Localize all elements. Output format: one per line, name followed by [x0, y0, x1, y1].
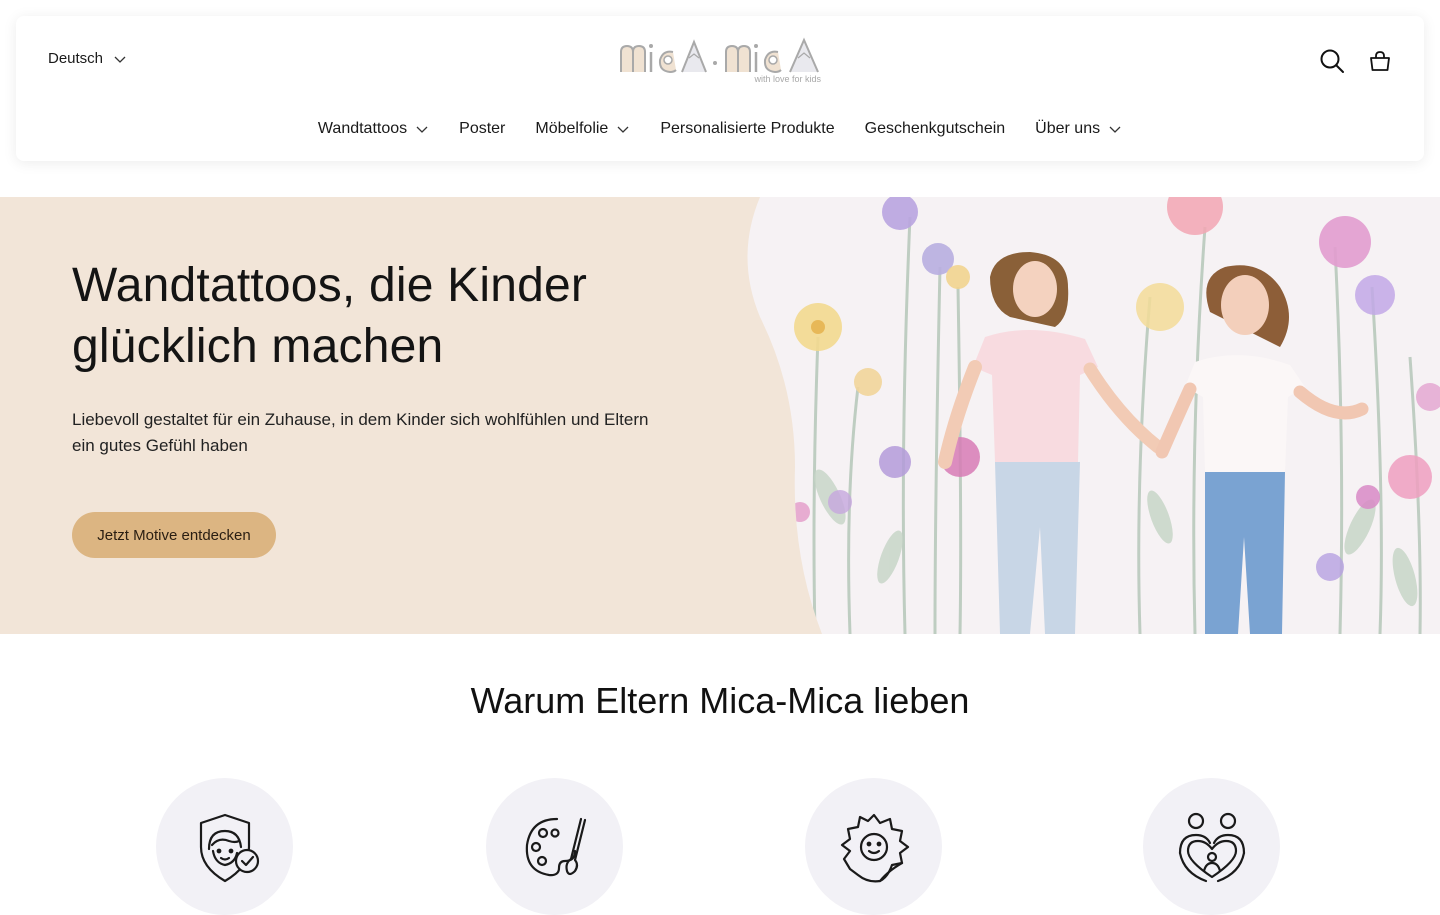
family-heart-icon — [1178, 812, 1245, 882]
search-icon — [1320, 49, 1344, 73]
hero-subtitle: Liebevoll gestaltet für ein Zuhause, in … — [72, 410, 649, 455]
feature-family — [1143, 778, 1280, 915]
nav-item-poster[interactable]: Poster — [459, 120, 505, 138]
nav-item-geschenkgutschein[interactable]: Geschenkgutschein — [865, 120, 1006, 138]
cart-button[interactable] — [1366, 47, 1394, 75]
sun-sticker-icon — [840, 813, 909, 882]
hero-banner: Wandtattoos, die Kinder glücklich machen… — [0, 197, 1440, 634]
feature-quality — [805, 778, 942, 915]
site-logo[interactable]: with love for kids — [618, 36, 822, 86]
discover-motifs-button[interactable]: Jetzt Motive entdecken — [72, 512, 276, 558]
language-selector[interactable]: Deutsch — [48, 50, 127, 67]
palette-brush-icon — [525, 817, 586, 876]
feature-safety — [156, 778, 293, 915]
language-label: Deutsch — [48, 50, 104, 67]
logo-mark-right — [725, 37, 819, 74]
nav-item-personalisierte-produkte[interactable]: Personalisierte Produkte — [660, 120, 834, 138]
chevron-down-icon — [114, 56, 126, 63]
logo-tagline: with love for kids — [753, 74, 821, 84]
hero-title: Wandtattoos, die Kinder glücklich machen — [72, 259, 588, 373]
main-navigation: Wandtattoos Poster Möbelfolie Personalis… — [16, 120, 1424, 138]
nav-item-moebelfolie[interactable]: Möbelfolie — [535, 120, 630, 138]
child-safety-shield-icon — [199, 813, 259, 882]
feature-design — [486, 778, 623, 915]
chevron-down-icon — [617, 126, 629, 133]
site-header: Deutsch with love for kids Wandtattoos P… — [16, 16, 1424, 161]
search-button[interactable] — [1318, 47, 1346, 75]
logo-mark-left — [620, 39, 707, 74]
why-section-title: Warum Eltern Mica-Mica lieben — [470, 680, 970, 721]
chevron-down-icon — [1109, 126, 1121, 133]
nav-item-wandtattoos[interactable]: Wandtattoos — [318, 120, 429, 138]
cart-icon — [1370, 51, 1390, 71]
nav-item-ueber-uns[interactable]: Über uns — [1035, 120, 1122, 138]
chevron-down-icon — [416, 126, 428, 133]
